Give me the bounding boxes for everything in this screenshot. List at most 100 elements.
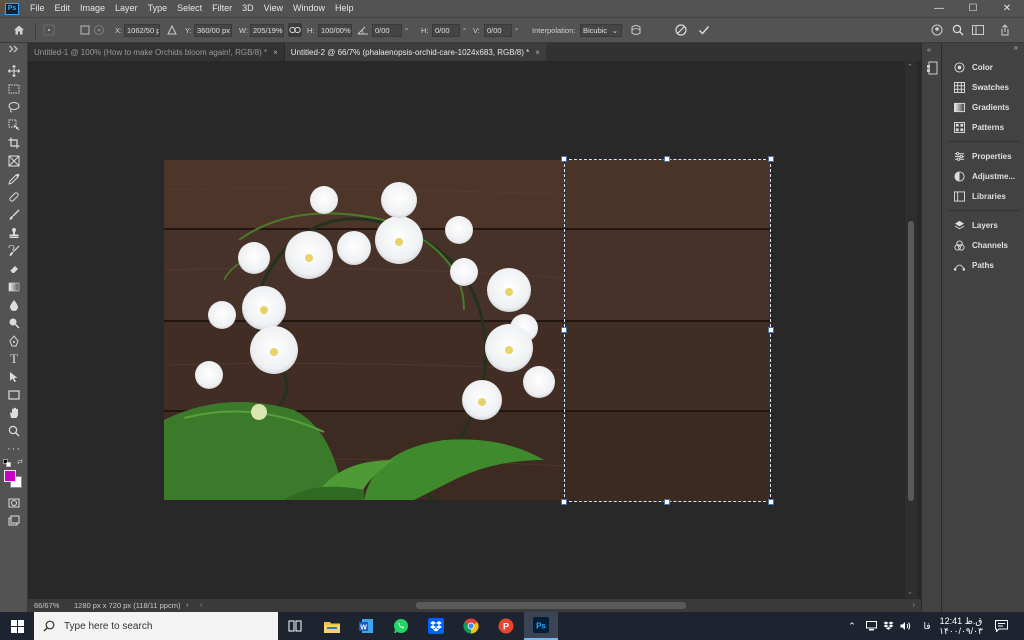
tab-untitled-1[interactable]: Untitled-1 @ 100% (How to make Orchids b… <box>28 43 285 61</box>
commit-transform-icon[interactable] <box>697 23 711 37</box>
zoom-tool-icon[interactable] <box>5 423 23 439</box>
share-document-icon[interactable] <box>998 23 1012 37</box>
crop-tool-icon[interactable] <box>5 135 23 151</box>
transform-handle-top[interactable] <box>664 156 670 162</box>
width-field[interactable]: 205/19% <box>250 24 284 37</box>
transform-handle-top-left[interactable] <box>561 156 567 162</box>
panel-gradients[interactable]: Gradients <box>954 100 1009 114</box>
scroll-left-icon[interactable]: ‹ <box>200 600 203 609</box>
transform-handle-bottom-left[interactable] <box>561 499 567 505</box>
vertical-skew-field[interactable]: 0/00 <box>484 24 512 37</box>
type-tool-icon[interactable]: T <box>5 351 23 367</box>
transform-handle-bottom-right[interactable] <box>768 499 774 505</box>
maximize-button[interactable]: ☐ <box>956 0 990 17</box>
menu-3d[interactable]: 3D <box>237 0 259 17</box>
transform-handle-top-right[interactable] <box>768 156 774 162</box>
menu-edit[interactable]: Edit <box>50 0 76 17</box>
home-icon[interactable] <box>12 23 26 37</box>
panel-color[interactable]: Color <box>954 60 993 74</box>
collapse-panels-icon[interactable]: » <box>1014 43 1018 52</box>
gradient-tool-icon[interactable] <box>5 279 23 295</box>
tab-untitled-2[interactable]: Untitled-2 @ 66/7% (phalaenopsis-orchid-… <box>284 43 546 61</box>
task-view-icon[interactable] <box>278 612 312 640</box>
expand-dock-icon[interactable]: « <box>927 47 931 54</box>
transform-handle-left[interactable] <box>561 327 567 333</box>
eraser-tool-icon[interactable] <box>5 261 23 277</box>
clone-stamp-tool-icon[interactable] <box>5 225 23 241</box>
default-colors-icon[interactable] <box>3 459 11 467</box>
dropbox-icon[interactable] <box>419 612 453 640</box>
minimize-button[interactable]: — <box>922 0 956 17</box>
more-tools-icon[interactable]: ··· <box>5 441 23 457</box>
menu-file[interactable]: File <box>25 0 50 17</box>
close-icon[interactable]: × <box>273 48 278 57</box>
windows-start-icon[interactable] <box>0 612 34 640</box>
eyedropper-tool-icon[interactable] <box>5 171 23 187</box>
close-icon[interactable]: × <box>535 48 540 57</box>
network-icon[interactable] <box>864 612 878 640</box>
x-position-field[interactable]: 1062/50 px <box>124 24 160 37</box>
quick-mask-icon[interactable] <box>5 495 23 511</box>
swap-colors-icon[interactable]: ⇄ <box>17 458 26 466</box>
brush-tool-icon[interactable] <box>5 207 23 223</box>
blur-tool-icon[interactable] <box>5 297 23 313</box>
move-tool-icon[interactable] <box>5 63 23 79</box>
clock[interactable]: 12:41 ق.ظ ۱۴۰۰/۰۹/۰۳ <box>939 612 983 640</box>
menu-view[interactable]: View <box>259 0 288 17</box>
close-button[interactable]: ✕ <box>990 0 1024 17</box>
taskbar-search-box[interactable]: Type here to search <box>34 612 278 640</box>
volume-icon[interactable] <box>898 612 912 640</box>
foreground-color-swatch[interactable] <box>4 470 16 482</box>
horizontal-skew-field[interactable]: 0/00 <box>432 24 460 37</box>
notifications-icon[interactable] <box>990 612 1012 640</box>
menu-filter[interactable]: Filter <box>207 0 237 17</box>
height-field[interactable]: 100/00% <box>318 24 352 37</box>
menu-window[interactable]: Window <box>288 0 330 17</box>
relative-position-icon[interactable] <box>165 23 179 37</box>
hand-tool-icon[interactable] <box>5 405 23 421</box>
dodge-tool-icon[interactable] <box>5 315 23 331</box>
menu-layer[interactable]: Layer <box>110 0 143 17</box>
lasso-tool-icon[interactable] <box>5 99 23 115</box>
share-icon[interactable] <box>930 23 944 37</box>
reference-toggle-icon[interactable] <box>78 23 92 37</box>
vertical-scrollbar[interactable]: ⌃ ⌄ <box>905 61 917 598</box>
transform-bounding-box[interactable] <box>561 156 774 505</box>
path-selection-tool-icon[interactable] <box>5 369 23 385</box>
word-icon[interactable]: W <box>349 612 383 640</box>
file-explorer-icon[interactable] <box>315 612 349 640</box>
scroll-down-icon[interactable]: ⌄ <box>907 588 913 596</box>
transform-handle-right[interactable] <box>768 327 774 333</box>
link-icon[interactable] <box>288 23 302 37</box>
panel-layers[interactable]: Layers <box>954 218 998 232</box>
chrome-icon[interactable] <box>454 612 488 640</box>
show-hidden-icons-icon[interactable]: ⌃ <box>845 612 859 640</box>
rotate-field[interactable]: 0/00 <box>372 24 402 37</box>
history-panel-icon[interactable] <box>926 61 938 75</box>
rectangle-tool-icon[interactable] <box>5 387 23 403</box>
panel-adjustments[interactable]: Adjustme... <box>954 169 1015 183</box>
menu-select[interactable]: Select <box>172 0 207 17</box>
interpolation-select[interactable]: Bicubic ⌄ <box>580 24 622 37</box>
transform-handle-bottom[interactable] <box>664 499 670 505</box>
panel-channels[interactable]: Channels <box>954 238 1008 252</box>
whatsapp-icon[interactable] <box>384 612 418 640</box>
screen-mode-icon[interactable] <box>5 513 23 529</box>
frame-tool-icon[interactable] <box>5 153 23 169</box>
history-brush-tool-icon[interactable] <box>5 243 23 259</box>
dropbox-tray-icon[interactable] <box>881 612 895 640</box>
search-icon[interactable] <box>951 23 965 37</box>
language-indicator[interactable]: فا <box>918 612 936 640</box>
object-selection-tool-icon[interactable] <box>5 117 23 133</box>
vertical-scroll-thumb[interactable] <box>908 221 914 501</box>
panel-libraries[interactable]: Libraries <box>954 189 1006 203</box>
horizontal-scroll-thumb[interactable] <box>416 602 686 609</box>
marquee-tool-icon[interactable] <box>5 81 23 97</box>
status-menu-chevron-icon[interactable]: › <box>186 600 189 609</box>
menu-type[interactable]: Type <box>143 0 173 17</box>
panel-properties[interactable]: Properties <box>954 149 1012 163</box>
reference-point-icon[interactable] <box>42 23 56 37</box>
healing-brush-tool-icon[interactable] <box>5 189 23 205</box>
panel-patterns[interactable]: Patterns <box>954 120 1004 134</box>
panel-paths[interactable]: Paths <box>954 258 994 272</box>
